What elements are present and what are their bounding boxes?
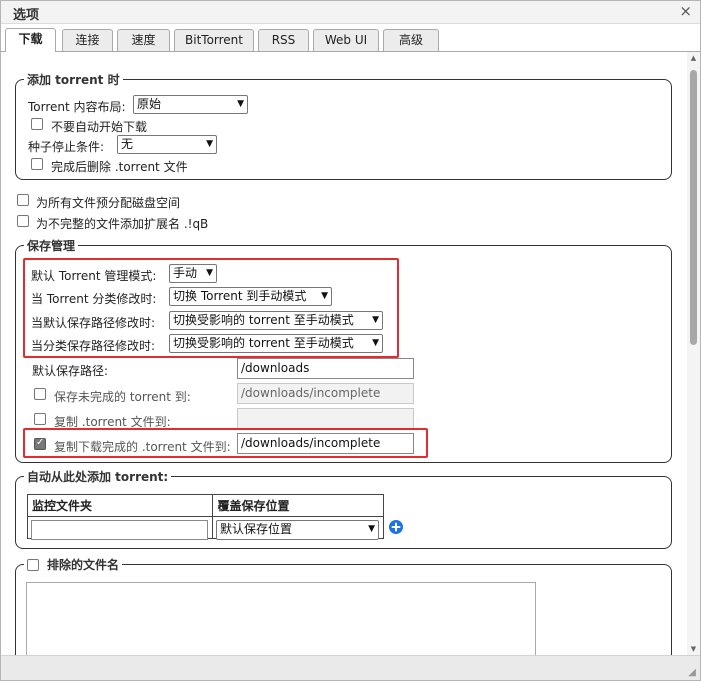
no-autostart-checkbox[interactable] (31, 118, 43, 130)
tab-connection[interactable]: 连接 (62, 29, 113, 51)
dialog-title: 选项 (13, 8, 40, 23)
tab-webui[interactable]: Web UI (313, 29, 379, 51)
category-changed-select[interactable]: 切换 Torrent 到手动模式 ▼ (169, 287, 332, 306)
default-path-changed-value: 切换受影响的 torrent 至手动模式 (173, 313, 354, 327)
copy-finished-path-input[interactable]: /downloads/incomplete (237, 433, 414, 454)
stop-condition-select[interactable]: 无 ▼ (117, 135, 217, 154)
excluded-files-legend: 排除的文件名 (24, 556, 122, 573)
incomplete-label: 保存未完成的 torrent 到: (54, 390, 191, 404)
chevron-down-icon: ▼ (237, 99, 244, 109)
stop-condition-label: 种子停止条件: (28, 140, 105, 154)
content-layout-select[interactable]: 原始 ▼ (133, 95, 248, 114)
chevron-down-icon: ▼ (372, 338, 379, 348)
table-header-row: 监控文件夹 覆盖保存位置 (26, 494, 384, 517)
default-mode-value: 手动 (173, 266, 198, 280)
tab-downloads[interactable]: 下载 (5, 28, 56, 52)
copy-finished-path-value: /downloads/incomplete (241, 436, 381, 450)
excluded-files-label: 排除的文件名 (47, 558, 120, 572)
incomplete-path-value: /downloads/incomplete (241, 386, 381, 400)
dialog-footer: ◢ (1, 655, 700, 680)
override-location-header: 覆盖保存位置 (212, 494, 384, 517)
chevron-down-icon: ▼ (321, 291, 328, 301)
chevron-down-icon: ▼ (206, 268, 213, 278)
default-save-path-input[interactable]: /downloads (237, 358, 414, 379)
category-changed-value: 切换 Torrent 到手动模式 (173, 289, 307, 303)
default-path-changed-select[interactable]: 切换受影响的 torrent 至手动模式 ▼ (169, 311, 383, 330)
scroll-up-icon[interactable]: ▲ (687, 52, 700, 64)
scroll-down-icon[interactable]: ▼ (687, 643, 700, 655)
default-save-path-value: /downloads (241, 361, 310, 375)
content-layout-label: Torrent 内容布局: (28, 100, 126, 114)
auto-add-legend: 自动从此处添加 torrent: (27, 470, 169, 484)
tab-rss[interactable]: RSS (258, 29, 309, 51)
default-path-changed-label: 当默认保存路径修改时: (31, 316, 156, 330)
category-path-changed-value: 切换受影响的 torrent 至手动模式 (173, 336, 354, 350)
excluded-files-textarea[interactable] (26, 582, 536, 655)
chevron-down-icon: ▼ (206, 139, 213, 149)
copy-torrent-checkbox[interactable] (34, 413, 46, 425)
copy-finished-checkbox[interactable] (34, 437, 46, 450)
no-autostart-label: 不要自动开始下载 (51, 120, 148, 134)
preallocate-label: 为所有文件预分配磁盘空间 (36, 196, 181, 210)
append-qb-label: 为不完整的文件添加扩展名 .!qB (36, 217, 209, 231)
vertical-scrollbar[interactable]: ▲ ▼ (687, 52, 700, 655)
tab-speed[interactable]: 速度 (117, 29, 170, 51)
close-icon[interactable]: × (679, 4, 692, 19)
watch-folder-header: 监控文件夹 (26, 494, 214, 517)
tab-advanced[interactable]: 高级 (383, 29, 439, 51)
save-management-legend: 保存管理 (27, 239, 76, 253)
category-changed-label: 当 Torrent 分类修改时: (31, 292, 157, 306)
dialog-titlebar: 选项 × (1, 1, 700, 24)
chevron-down-icon: ▼ (372, 315, 379, 325)
default-mode-label: 默认 Torrent 管理模式: (31, 269, 157, 283)
category-path-changed-select[interactable]: 切换受影响的 torrent 至手动模式 ▼ (169, 334, 383, 353)
copy-finished-label: 复制下载完成的 .torrent 文件到: (54, 440, 231, 454)
scrollbar-thumb[interactable] (690, 70, 697, 345)
override-location-select[interactable]: 默认保存位置 ▼ (216, 520, 379, 540)
content-layout-value: 原始 (137, 97, 162, 111)
watch-folder-input[interactable] (31, 520, 208, 540)
override-location-value: 默认保存位置 (220, 522, 293, 536)
options-content: 添加 torrent 时 Torrent 内容布局: 原始 ▼ 不要自动开始下载… (1, 52, 687, 655)
delete-torrent-checkbox[interactable] (31, 158, 43, 170)
delete-torrent-label: 完成后删除 .torrent 文件 (51, 160, 188, 174)
append-qb-checkbox[interactable] (17, 215, 29, 227)
add-torrent-legend: 添加 torrent 时 (27, 73, 120, 87)
copy-torrent-label: 复制 .torrent 文件到: (54, 415, 171, 429)
excluded-files-checkbox[interactable] (27, 559, 39, 571)
resize-grip-icon[interactable]: ◢ (688, 667, 696, 678)
default-save-path-label: 默认保存路径: (32, 364, 109, 378)
preallocate-checkbox[interactable] (17, 194, 29, 206)
incomplete-path-input[interactable]: /downloads/incomplete (237, 383, 414, 404)
incomplete-checkbox[interactable] (34, 388, 46, 400)
category-path-changed-label: 当分类保存路径修改时: (31, 339, 156, 353)
tab-bar: 下载 连接 速度 BitTorrent RSS Web UI 高级 (1, 24, 700, 52)
options-dialog: 选项 × 下载 连接 速度 BitTorrent RSS Web UI 高级 添… (0, 0, 701, 681)
chevron-down-icon: ▼ (368, 524, 375, 534)
tab-bittorrent[interactable]: BitTorrent (174, 29, 254, 51)
add-folder-icon[interactable] (389, 520, 403, 534)
default-mode-select[interactable]: 手动 ▼ (169, 264, 217, 283)
copy-torrent-path-input[interactable] (237, 408, 414, 429)
stop-condition-value: 无 (121, 137, 134, 151)
